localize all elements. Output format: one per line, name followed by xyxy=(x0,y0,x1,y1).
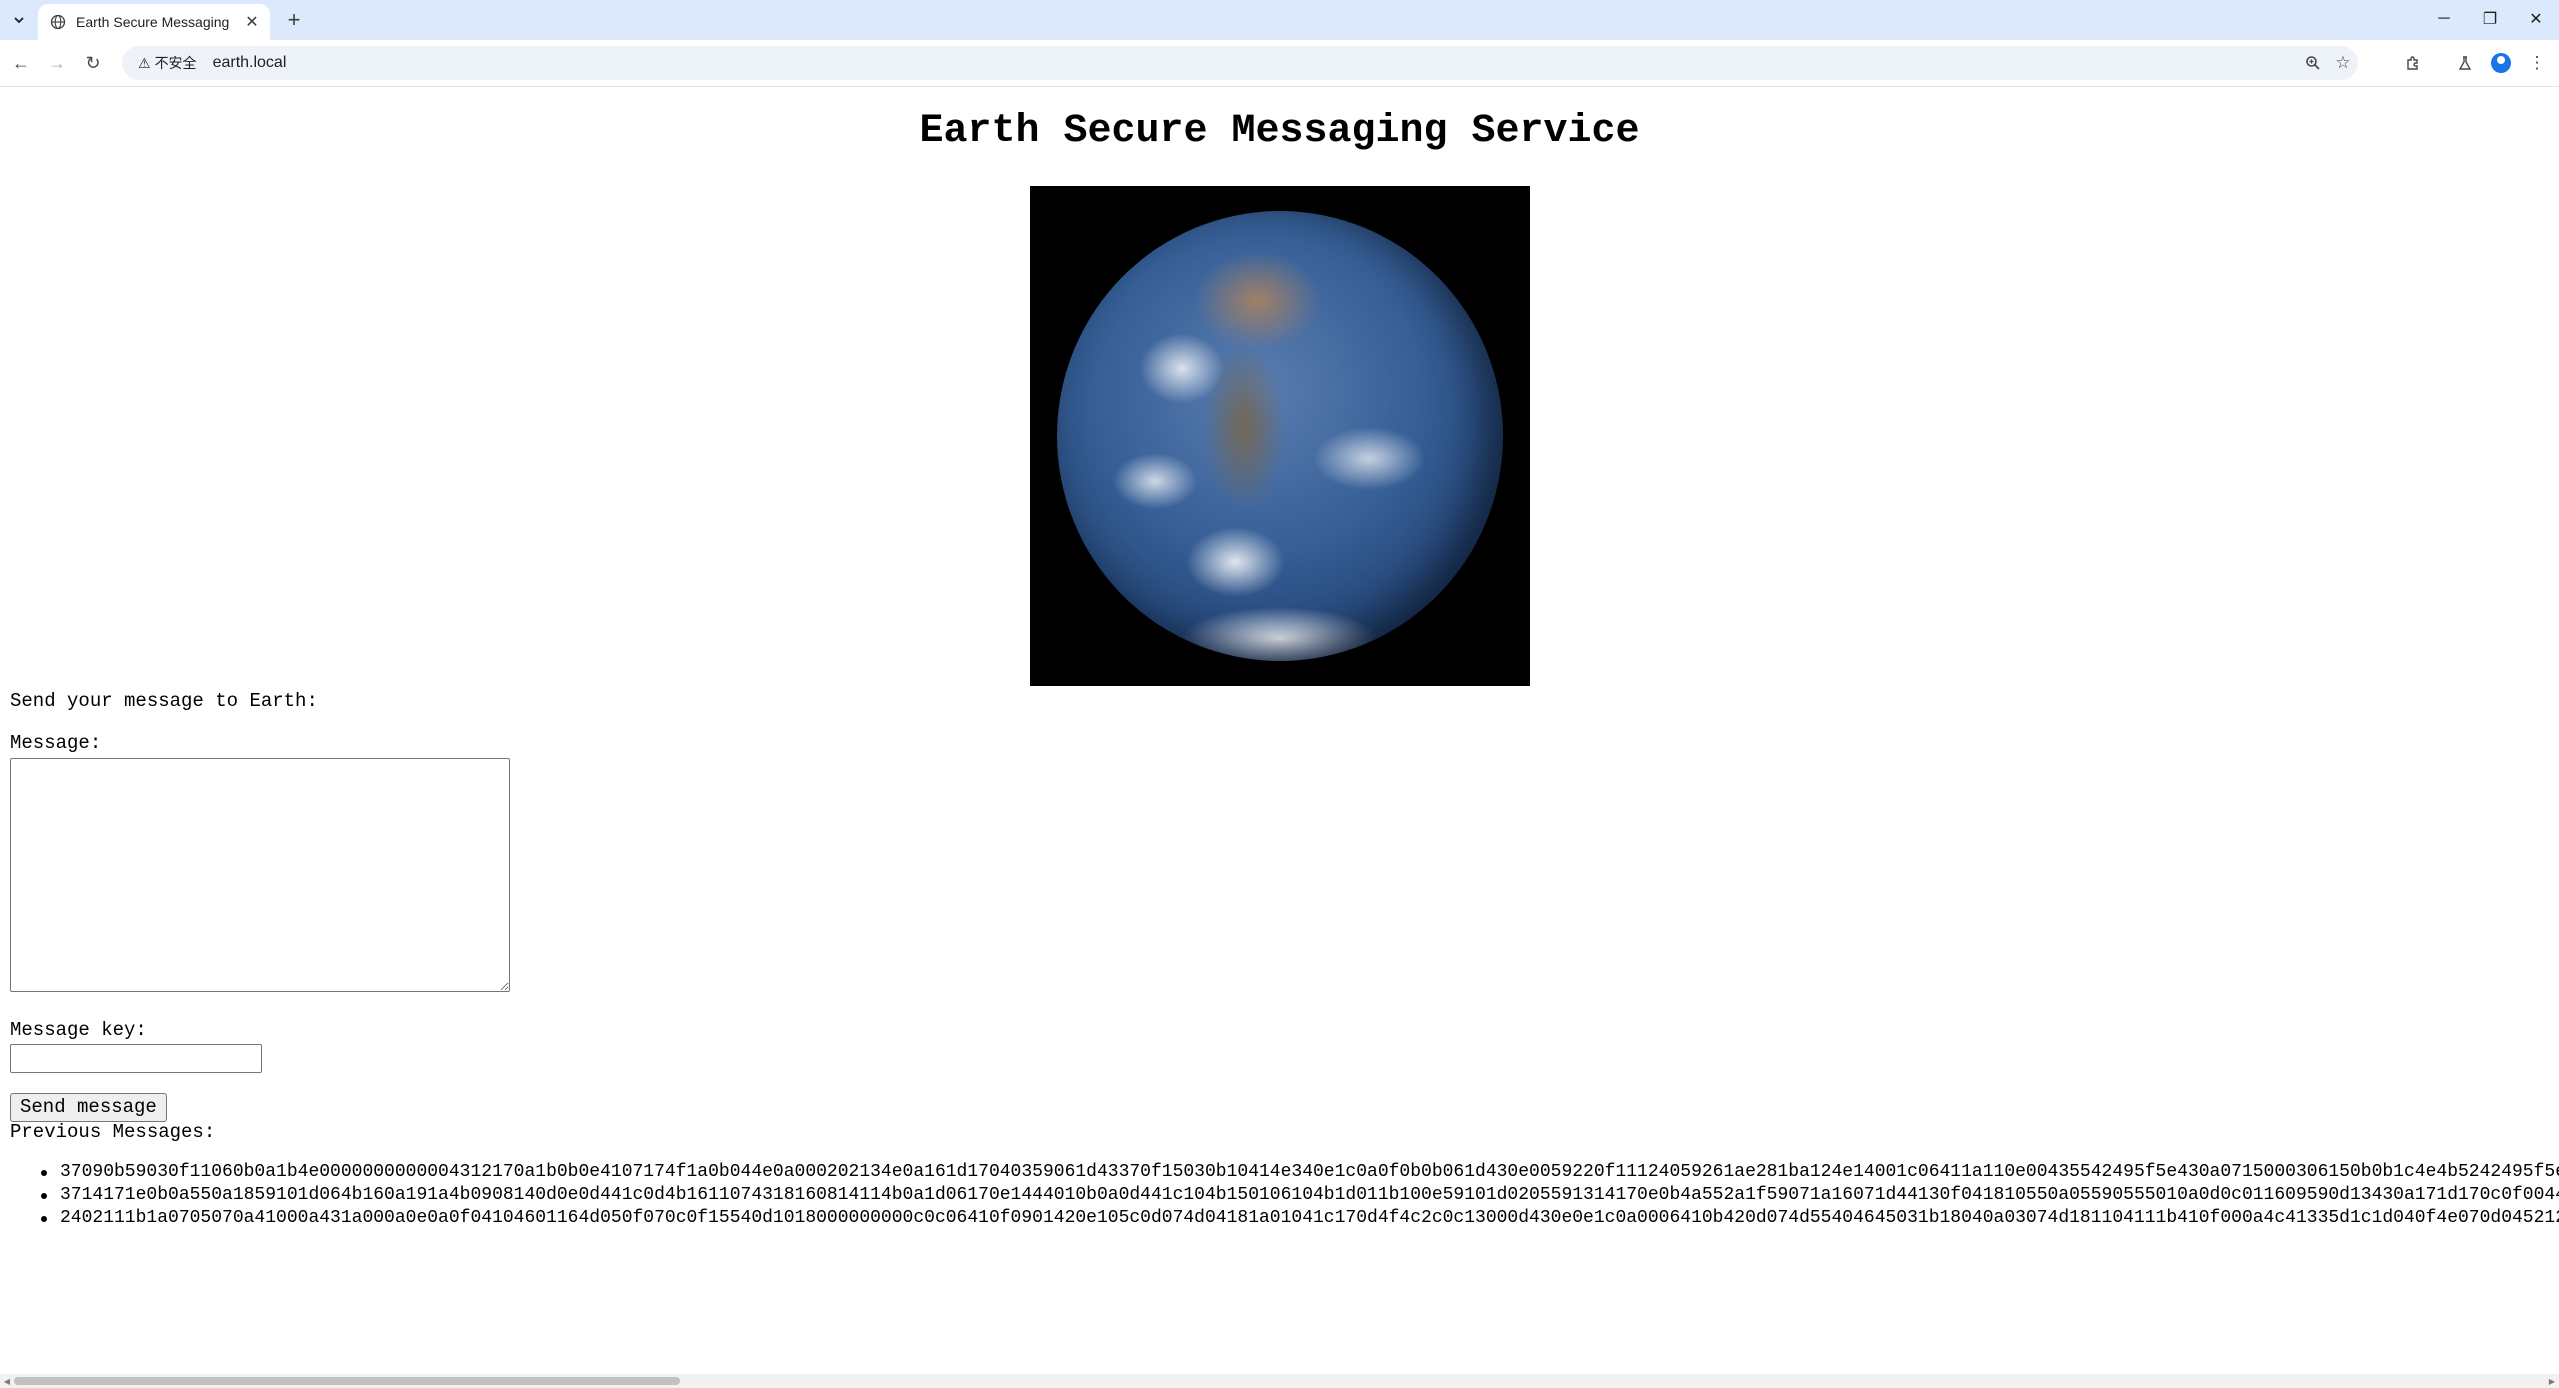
security-chip[interactable]: ⚠ 不安全 xyxy=(128,50,207,76)
tab-search-chevron-down-icon[interactable] xyxy=(6,8,32,32)
message-label: Message: xyxy=(10,732,102,754)
page-content: Earth Secure Messaging Service Send your… xyxy=(0,87,2559,1374)
scroll-left-icon[interactable]: ◀ xyxy=(0,1374,14,1388)
message-key-label: Message key: xyxy=(10,1019,147,1041)
new-tab-plus-icon[interactable]: + xyxy=(280,7,308,32)
zoom-icon[interactable] xyxy=(2298,49,2328,77)
scrollbar-thumb[interactable] xyxy=(14,1377,680,1385)
restore-icon[interactable]: ❐ xyxy=(2472,6,2508,32)
earth-image xyxy=(1030,186,1530,686)
previous-messages-list: 37090b59030f11060b0a1b4e0000000000004312… xyxy=(0,1161,2559,1230)
forward-arrow-right-icon[interactable]: → xyxy=(42,49,72,77)
browser-toolbar: ← → ↻ ⚠ 不安全 earth.local ☆ ⋮ xyxy=(0,40,2559,87)
window-close-icon[interactable]: ✕ xyxy=(2518,6,2554,32)
minimize-icon[interactable]: ─ xyxy=(2426,6,2462,32)
back-arrow-left-icon[interactable]: ← xyxy=(6,49,36,77)
close-icon[interactable]: ✕ xyxy=(242,12,262,32)
address-bar[interactable]: ⚠ 不安全 earth.local ☆ xyxy=(122,46,2358,80)
bookmark-star-icon[interactable]: ☆ xyxy=(2328,49,2358,77)
kebab-menu-icon[interactable]: ⋮ xyxy=(2522,49,2552,77)
tab-title: Earth Secure Messaging xyxy=(76,14,230,30)
scroll-right-icon[interactable]: ▶ xyxy=(2545,1374,2559,1388)
warning-triangle-icon: ⚠ xyxy=(138,54,151,71)
message-textarea[interactable] xyxy=(10,758,510,992)
list-item: 2402111b1a0705070a41000a431a000a0e0a0f04… xyxy=(40,1207,2559,1230)
previous-messages-label: Previous Messages: xyxy=(10,1121,216,1143)
list-item: 3714171e0b0a550a1859101d064b160a191a4b09… xyxy=(40,1184,2559,1207)
reload-icon[interactable]: ↻ xyxy=(78,49,108,77)
message-key-input[interactable] xyxy=(10,1044,262,1073)
labs-flask-icon[interactable] xyxy=(2450,49,2480,77)
extensions-puzzle-icon[interactable] xyxy=(2398,49,2428,77)
earth-globe-graphic xyxy=(1057,211,1503,661)
send-prompt-text: Send your message to Earth: xyxy=(10,690,318,712)
horizontal-scrollbar[interactable]: ◀ ▶ xyxy=(0,1374,2559,1388)
page-title: Earth Secure Messaging Service xyxy=(919,109,1640,154)
send-message-button[interactable]: Send message xyxy=(10,1093,167,1122)
list-item: 37090b59030f11060b0a1b4e0000000000004312… xyxy=(40,1161,2559,1184)
tab-strip: Earth Secure Messaging ✕ + ─ ❐ ✕ xyxy=(0,0,2559,40)
security-label: 不安全 xyxy=(154,55,197,71)
url-text[interactable]: earth.local xyxy=(213,54,2298,72)
globe-icon xyxy=(50,14,66,30)
profile-avatar-icon[interactable] xyxy=(2486,49,2516,77)
browser-tab[interactable]: Earth Secure Messaging ✕ xyxy=(38,4,270,40)
